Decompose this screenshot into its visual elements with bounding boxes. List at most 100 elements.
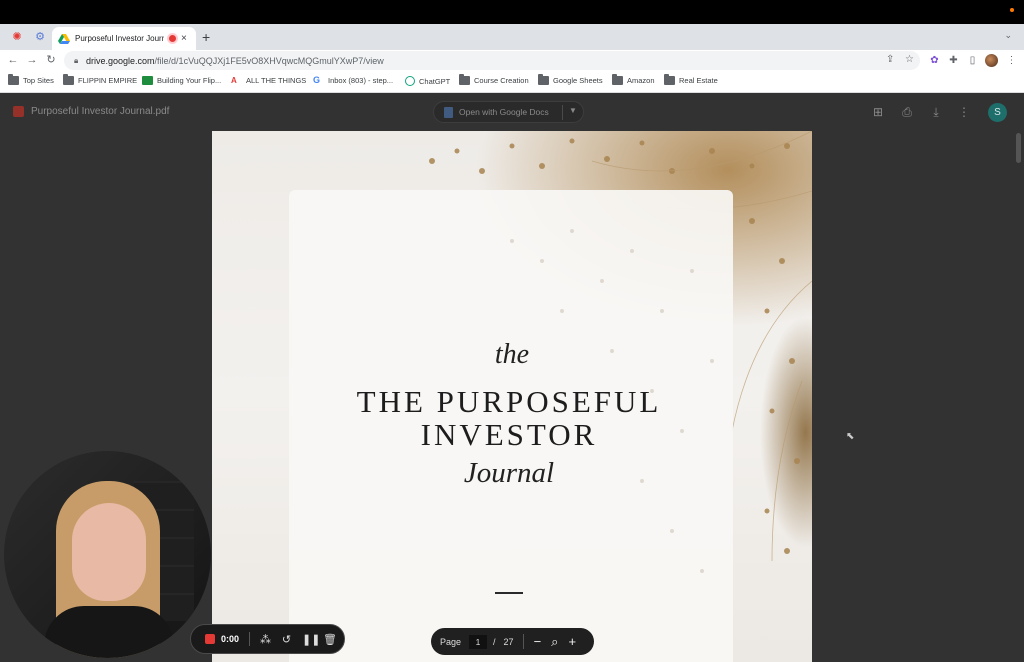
more-options-icon[interactable]: ⋮ <box>956 104 972 120</box>
viewer-header: Purposeful Investor Journal.pdf Open wit… <box>0 93 1024 131</box>
tab-title: Purposeful Investor Journ <box>75 34 164 43</box>
bookmark-label: Amazon <box>627 76 655 85</box>
forward-arrow-icon[interactable]: → <box>25 53 39 67</box>
google-docs-icon <box>444 106 453 118</box>
share-icon[interactable]: ⇪ <box>886 54 894 65</box>
open-with-label: Open with Google Docs <box>459 107 549 117</box>
download-icon[interactable]: ⤓ <box>928 104 944 120</box>
title-journal: Journal <box>463 457 555 489</box>
bookmark-inbox[interactable]: G Inbox (803) - step... <box>313 75 394 86</box>
bookmark-amazon[interactable]: Amazon <box>612 74 655 85</box>
pdf-file-icon <box>13 106 24 117</box>
pdf-page: the THE PURPOSEFUL INVESTOR Journal <box>212 131 812 662</box>
trash-icon[interactable]: 🗑︎ <box>323 633 337 646</box>
add-comment-icon[interactable]: ⊞ <box>870 104 886 120</box>
bookmark-label: Inbox (803) - step... <box>328 76 394 85</box>
folder-icon <box>538 74 549 85</box>
bookmark-top-sites[interactable]: Top Sites <box>8 74 54 85</box>
tab-search-chevron-icon[interactable]: ⌄ <box>1004 30 1012 41</box>
google-drive-icon <box>58 33 70 44</box>
page-controls: Page 1 / 27 − ⌕ + <box>431 628 594 655</box>
tab-close-icon[interactable]: × <box>181 33 190 44</box>
bookmark-flippin-empire[interactable]: FLIPPIN EMPIRE <box>63 74 138 85</box>
recording-divider <box>249 632 251 646</box>
bookmarks-bar: Top Sites FLIPPIN EMPIRE Building Your F… <box>0 71 1024 93</box>
bookmark-label: Google Sheets <box>553 76 603 85</box>
sheets-icon <box>142 76 153 85</box>
open-with-button[interactable]: Open with Google Docs ▼ <box>433 101 584 123</box>
title-divider <box>495 592 523 594</box>
bookmark-label: Top Sites <box>23 76 54 85</box>
grid-icon[interactable]: ⁂ <box>260 633 271 646</box>
extensions-puzzle-icon[interactable]: ✚ <box>947 54 960 67</box>
screen-top-bar <box>0 0 1024 24</box>
bookmark-all-the-things[interactable]: A ALL THE THINGS <box>231 76 306 85</box>
bookmark-course-creation[interactable]: Course Creation <box>459 74 529 85</box>
folder-icon <box>612 74 623 85</box>
dropdown-caret-icon[interactable]: ▼ <box>569 106 577 115</box>
bookmark-label: Real Estate <box>679 76 718 85</box>
scrollbar-thumb[interactable] <box>1016 133 1021 163</box>
webcam-overlay[interactable] <box>4 451 211 658</box>
bookmark-label: ChatGPT <box>419 76 451 86</box>
page-total: 27 <box>503 636 514 647</box>
zoom-in-button[interactable]: + <box>568 635 576 648</box>
adobe-icon: A <box>231 76 237 85</box>
url-text: drive.google.com/file/d/1cVuQQJXj1FE5vO8… <box>86 56 384 66</box>
reload-icon[interactable]: ↻ <box>44 53 58 67</box>
webcam-person-body <box>44 606 174 658</box>
bookmark-label: FLIPPIN EMPIRE <box>78 76 138 85</box>
recording-controls: 0:00 ⁂ ↺ ❚❚ 🗑︎ <box>190 624 345 654</box>
lock-icon: 🔒︎ <box>74 55 79 65</box>
webcam-person-face <box>72 503 146 601</box>
side-panel-icon[interactable]: ▯ <box>966 54 979 67</box>
profile-avatar[interactable] <box>985 54 998 67</box>
bookmark-chatgpt[interactable]: ChatGPT <box>405 76 450 86</box>
bookmark-google-sheets[interactable]: Google Sheets <box>538 74 603 85</box>
bookmark-label: ALL THE THINGS <box>246 76 307 85</box>
address-bar[interactable]: 🔒︎ drive.google.com/file/d/1cVuQQJXj1FE5… <box>64 51 920 70</box>
bookmark-star-icon[interactable]: ☆ <box>905 54 914 65</box>
url-path: /file/d/1cVuQQJXj1FE5vO8XHVqwcMQGmulYXwP… <box>154 55 384 66</box>
folder-icon <box>664 74 675 85</box>
folder-icon <box>63 74 74 85</box>
settings-gear-icon[interactable]: ⚙ <box>33 30 47 44</box>
bookmark-label: Course Creation <box>474 76 529 85</box>
extension-flower-icon[interactable]: ✿ <box>928 54 941 67</box>
mouse-cursor-icon: ⬉ <box>846 431 855 442</box>
folder-icon <box>459 74 470 85</box>
title-the: the <box>494 339 530 370</box>
tab-active[interactable]: Purposeful Investor Journ × <box>52 27 196 50</box>
open-with-divider <box>562 105 563 120</box>
zoom-out-button[interactable]: − <box>534 635 542 648</box>
bookmark-real-estate[interactable]: Real Estate <box>664 74 718 85</box>
restart-icon[interactable]: ↺ <box>281 633 292 646</box>
tab-recording-icon <box>169 35 176 42</box>
browser-toolbar: ← → ↻ 🔒︎ drive.google.com/file/d/1cVuQQJ… <box>0 50 1024 71</box>
user-avatar[interactable]: S <box>988 103 1007 122</box>
folder-icon <box>8 74 19 85</box>
url-host: drive.google.com <box>86 55 155 66</box>
title-main: THE PURPOSEFUL INVESTOR <box>212 385 806 451</box>
page-controls-divider <box>522 634 524 649</box>
back-arrow-icon[interactable]: ← <box>6 53 20 67</box>
pause-icon[interactable]: ❚❚ <box>302 633 320 646</box>
browser-menu-icon[interactable]: ⋮ <box>1005 54 1018 67</box>
camera-indicator <box>1010 8 1014 12</box>
stop-recording-button[interactable] <box>205 634 215 644</box>
bookmark-label: Building Your Flip... <box>157 76 222 85</box>
page-number-input[interactable]: 1 <box>469 634 488 649</box>
zoom-magnifier-icon[interactable]: ⌕ <box>551 635 558 648</box>
google-icon: G <box>313 75 321 85</box>
new-tab-button[interactable]: + <box>202 30 210 44</box>
page-label: Page <box>440 636 462 647</box>
title-line-1: THE PURPOSEFUL <box>356 384 662 419</box>
file-name: Purposeful Investor Journal.pdf <box>31 106 170 117</box>
title-line-2: INVESTOR <box>420 417 598 452</box>
bookmark-building-your-flip[interactable]: Building Your Flip... <box>142 76 221 85</box>
recording-indicator-icon[interactable]: ✺ <box>10 30 24 44</box>
chatgpt-icon <box>405 76 415 86</box>
print-icon[interactable]: ⎙ <box>899 104 915 120</box>
page-separator: / <box>493 636 496 647</box>
tab-strip: ✺ ⚙ Purposeful Investor Journ × ⌄ <box>0 24 1024 50</box>
